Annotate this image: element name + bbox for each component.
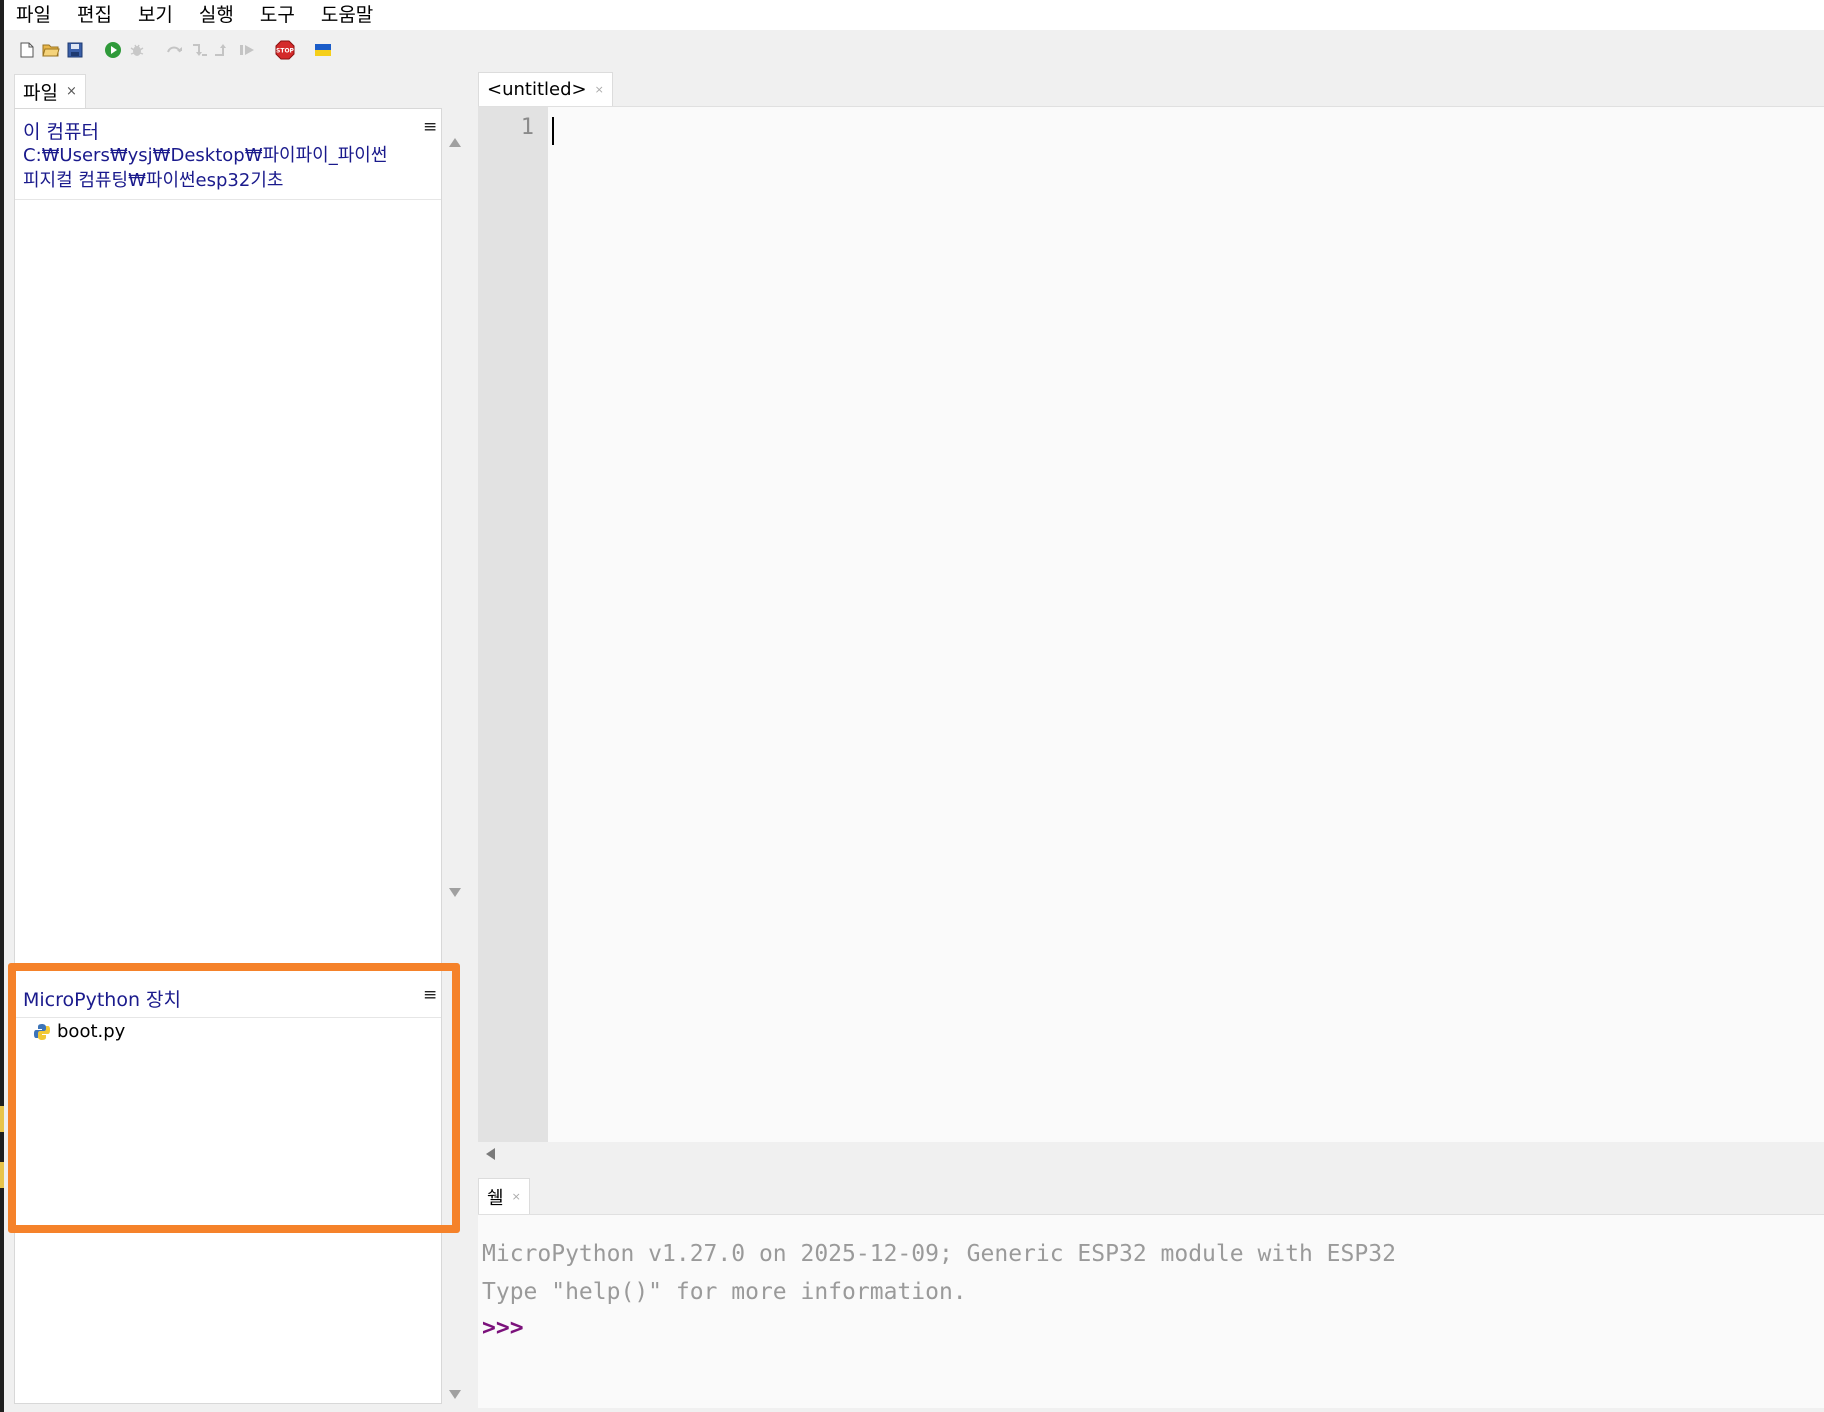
ukraine-flag-icon (315, 44, 331, 56)
scroll-left-icon[interactable] (486, 1148, 495, 1160)
line-number-gutter: 1 (478, 107, 548, 1143)
step-out-button[interactable] (212, 39, 234, 61)
tab-files[interactable]: 파일 × (14, 74, 86, 108)
text-cursor (552, 117, 554, 145)
menu-edit[interactable]: 편집 (75, 0, 114, 30)
close-icon[interactable]: × (595, 83, 604, 96)
open-folder-icon (42, 44, 60, 57)
toolbar: STOP (4, 30, 1824, 70)
edge-mark (0, 1106, 4, 1132)
menu-run[interactable]: 실행 (197, 0, 236, 30)
editor-horizontal-scrollbar[interactable] (478, 1142, 1824, 1166)
support-ukraine-button[interactable] (312, 39, 334, 61)
stop-icon-label: STOP (276, 48, 295, 55)
resume-icon (240, 45, 254, 55)
menu-file[interactable]: 파일 (14, 0, 53, 30)
this-computer-menu-icon[interactable]: ≡ (423, 117, 437, 137)
shell-output-line: MicroPython v1.27.0 on 2025-12-09; Gener… (482, 1241, 1396, 1267)
debug-icon (130, 44, 144, 56)
shell-output-line: Type "help()" for more information. (482, 1279, 967, 1305)
scroll-down-icon[interactable] (449, 888, 461, 897)
step-out-icon (215, 44, 226, 56)
line-number: 1 (520, 115, 534, 140)
scroll-up-icon[interactable] (449, 138, 461, 147)
close-icon[interactable]: × (66, 84, 77, 99)
window-left-edge (0, 0, 4, 1412)
menu-view[interactable]: 보기 (136, 0, 175, 30)
debug-button[interactable] (126, 39, 148, 61)
step-over-icon (167, 46, 182, 53)
this-computer-title: 이 컴퓨터 (23, 121, 99, 143)
tab-files-label: 파일 (23, 82, 58, 104)
save-button[interactable] (64, 39, 86, 61)
resume-button[interactable] (236, 39, 258, 61)
section-divider (15, 199, 441, 200)
step-into-icon (193, 44, 207, 56)
scroll-down-icon[interactable] (449, 1390, 461, 1399)
menu-tools[interactable]: 도구 (258, 0, 297, 30)
stop-icon: STOP (275, 40, 295, 60)
step-over-button[interactable] (164, 39, 186, 61)
step-into-button[interactable] (188, 39, 210, 61)
tab-shell[interactable]: 쉘 × (478, 1178, 530, 1214)
new-file-button[interactable] (16, 39, 38, 61)
open-file-button[interactable] (40, 39, 62, 61)
edge-mark (0, 1162, 4, 1188)
run-icon (105, 42, 121, 58)
menubar: 파일 편집 보기 실행 도구 도움말 (4, 0, 1824, 30)
editor-tab-label: <untitled> (487, 79, 587, 100)
device-highlight-box (8, 963, 460, 1233)
menu-help[interactable]: 도움말 (319, 0, 375, 30)
this-computer-path-line2[interactable]: 피지컬 컴퓨팅₩파이썬esp32기초 (23, 168, 283, 193)
shell-prompt: >>> (482, 1315, 524, 1341)
save-icon (67, 42, 83, 58)
code-editor[interactable]: 1 (478, 106, 1824, 1143)
tab-untitled[interactable]: <untitled> × (478, 72, 613, 106)
shell-console[interactable]: MicroPython v1.27.0 on 2025-12-09; Gener… (478, 1214, 1824, 1408)
stop-button[interactable]: STOP (274, 39, 296, 61)
new-file-icon (20, 42, 34, 58)
shell-tab-label: 쉘 (487, 1187, 504, 1209)
this-computer-path-line1[interactable]: C:₩Users₩ysj₩Desktop₩파이파이_파이썬 (23, 143, 387, 168)
close-icon[interactable]: × (512, 1190, 521, 1203)
run-button[interactable] (102, 39, 124, 61)
